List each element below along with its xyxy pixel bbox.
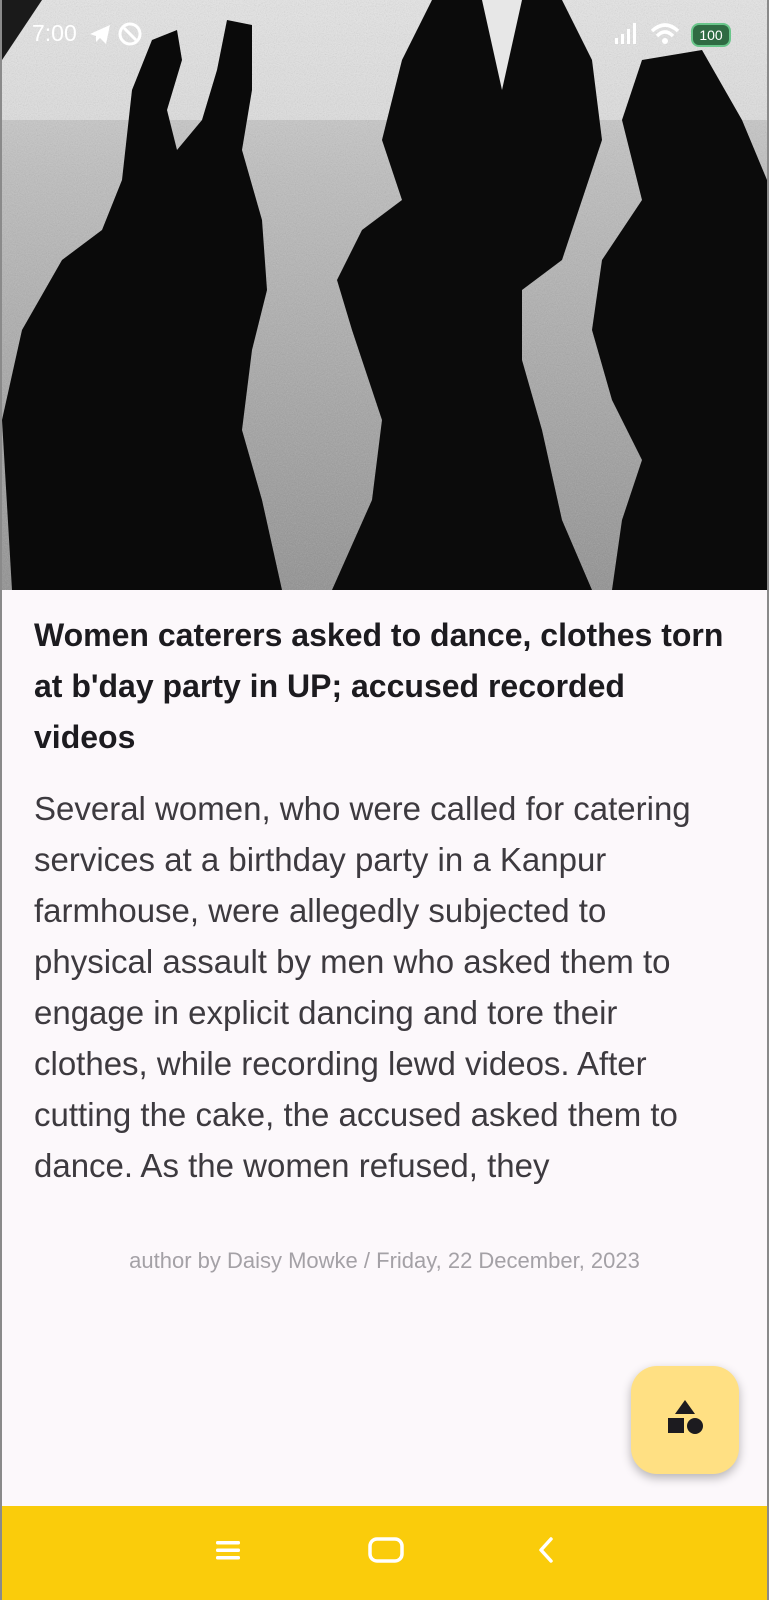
article-content: Women caterers asked to dance, clothes t… [34, 610, 734, 1191]
status-bar: 7:00 100 [2, 0, 767, 70]
wifi-icon [649, 21, 681, 49]
battery-icon: 100 [691, 23, 731, 47]
notification-icons [88, 20, 158, 48]
status-right: 100 [613, 20, 731, 50]
home-icon [367, 1536, 405, 1568]
back-icon [535, 1535, 557, 1569]
menu-icon [214, 1538, 242, 1566]
article-hero-image [2, 0, 767, 590]
vpn-icon [118, 22, 142, 46]
status-time: 7:00 [32, 20, 77, 46]
system-nav-bar [2, 1506, 767, 1600]
signal-icon [613, 21, 639, 49]
shapes-fab-button[interactable] [631, 1366, 739, 1474]
article-headline[interactable]: Women caterers asked to dance, clothes t… [34, 610, 734, 763]
shadow-photo [2, 0, 767, 590]
article-body: Several women, who were called for cater… [34, 790, 691, 1184]
article-byline: author by Daisy Mowke / Friday, 22 Decem… [129, 1248, 640, 1273]
shapes-icon [665, 1398, 705, 1442]
home-button[interactable] [364, 1532, 408, 1572]
telegram-icon [90, 25, 110, 44]
menu-button[interactable] [206, 1532, 250, 1572]
back-button[interactable] [524, 1532, 568, 1572]
